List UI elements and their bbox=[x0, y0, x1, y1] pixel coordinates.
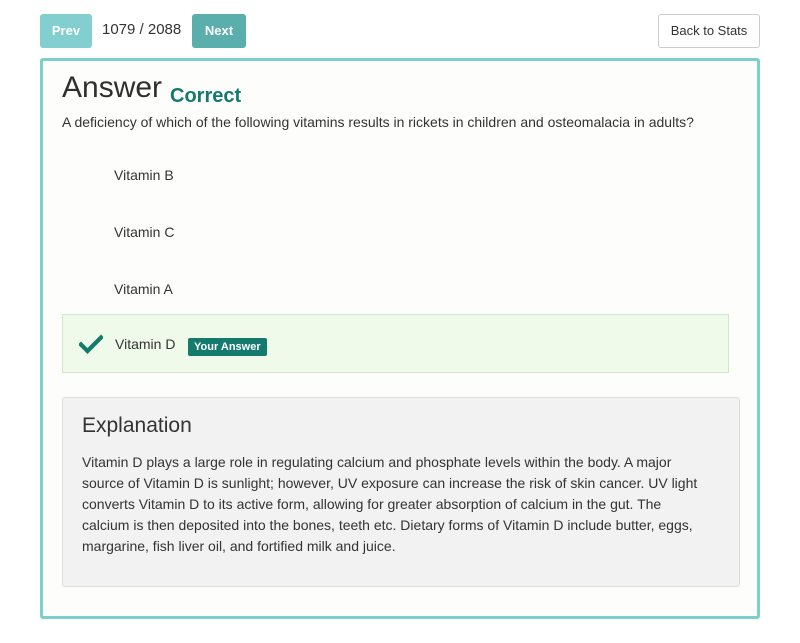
option-vitamin-d[interactable]: Vitamin D Your Answer bbox=[62, 314, 729, 373]
explanation-text: Vitamin D plays a large role in regulati… bbox=[82, 454, 698, 554]
answer-heading: Answer bbox=[62, 71, 163, 104]
prev-button[interactable]: Prev bbox=[40, 14, 92, 48]
top-navigation: Prev 1079 / 2088 Next Back to Stats bbox=[40, 14, 760, 48]
explanation-heading: Explanation bbox=[82, 414, 192, 437]
back-to-stats-button[interactable]: Back to Stats bbox=[658, 14, 760, 48]
option-label: Vitamin A bbox=[114, 281, 173, 297]
explanation-box: Explanation Vitamin D plays a large role… bbox=[62, 397, 740, 587]
option-vitamin-a[interactable]: Vitamin A bbox=[62, 261, 729, 318]
your-answer-badge: Your Answer bbox=[188, 338, 267, 356]
result-status: Correct bbox=[170, 85, 242, 107]
answer-panel: Answer Correct A deficiency of which of … bbox=[40, 58, 760, 619]
next-button[interactable]: Next bbox=[192, 14, 246, 48]
question-text: A deficiency of which of the following v… bbox=[62, 114, 694, 130]
option-label: Vitamin C bbox=[114, 224, 175, 240]
option-vitamin-b[interactable]: Vitamin B bbox=[62, 147, 729, 204]
option-label: Vitamin D bbox=[115, 336, 176, 352]
option-label: Vitamin B bbox=[114, 167, 174, 183]
question-counter: 1079 / 2088 bbox=[102, 21, 182, 38]
option-vitamin-c[interactable]: Vitamin C bbox=[62, 204, 729, 261]
checkmark-icon bbox=[79, 334, 103, 354]
